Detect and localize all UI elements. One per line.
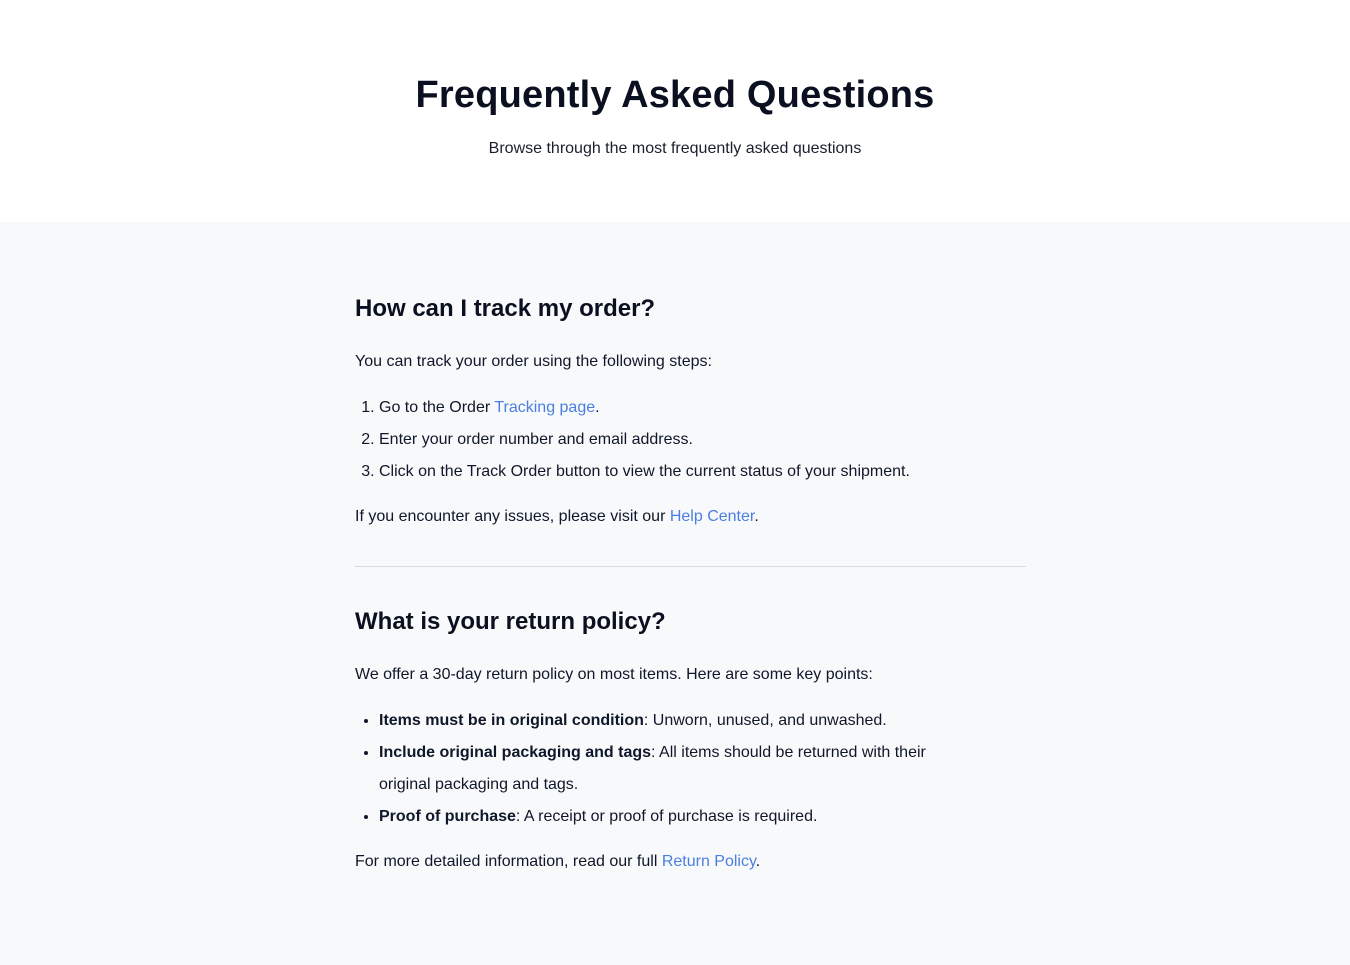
list-item: Enter your order number and email addres…: [379, 424, 949, 456]
page-subtitle: Browse through the most frequently asked…: [488, 140, 862, 157]
faq-item-track-order: How can I track my order? You can track …: [355, 294, 1026, 529]
return-points-list: Items must be in original condition: Unw…: [355, 705, 1026, 833]
faq-item-return-policy: What is your return policy? We offer a 3…: [355, 607, 1026, 874]
tracking-steps-list: Go to the Order Tracking page. Enter you…: [355, 392, 1026, 488]
return-policy-link[interactable]: Return Policy: [662, 853, 756, 870]
list-item: Include original packaging and tags: All…: [379, 737, 949, 801]
tracking-page-link[interactable]: Tracking page: [494, 399, 595, 416]
list-item: Items must be in original condition: Unw…: [379, 705, 949, 737]
faq-question: What is your return policy?: [355, 608, 666, 635]
page-header: Frequently Asked Questions Browse throug…: [0, 0, 1350, 222]
faq-answer-outro: If you encounter any issues, please visi…: [355, 508, 759, 525]
faq-answer-intro: You can track your order using the follo…: [355, 353, 712, 370]
faq-question: How can I track my order?: [355, 295, 656, 322]
faq-list: How can I track my order? You can track …: [355, 222, 1026, 874]
list-item: Proof of purchase: A receipt or proof of…: [379, 801, 949, 833]
faq-divider: [355, 566, 1026, 567]
page-title: Frequently Asked Questions: [415, 74, 935, 116]
list-item: Go to the Order Tracking page.: [379, 392, 949, 424]
faq-answer-intro: We offer a 30-day return policy on most …: [355, 666, 873, 683]
faq-answer-outro: For more detailed information, read our …: [355, 853, 761, 870]
list-item: Click on the Track Order button to view …: [379, 456, 949, 488]
help-center-link[interactable]: Help Center: [670, 508, 755, 525]
